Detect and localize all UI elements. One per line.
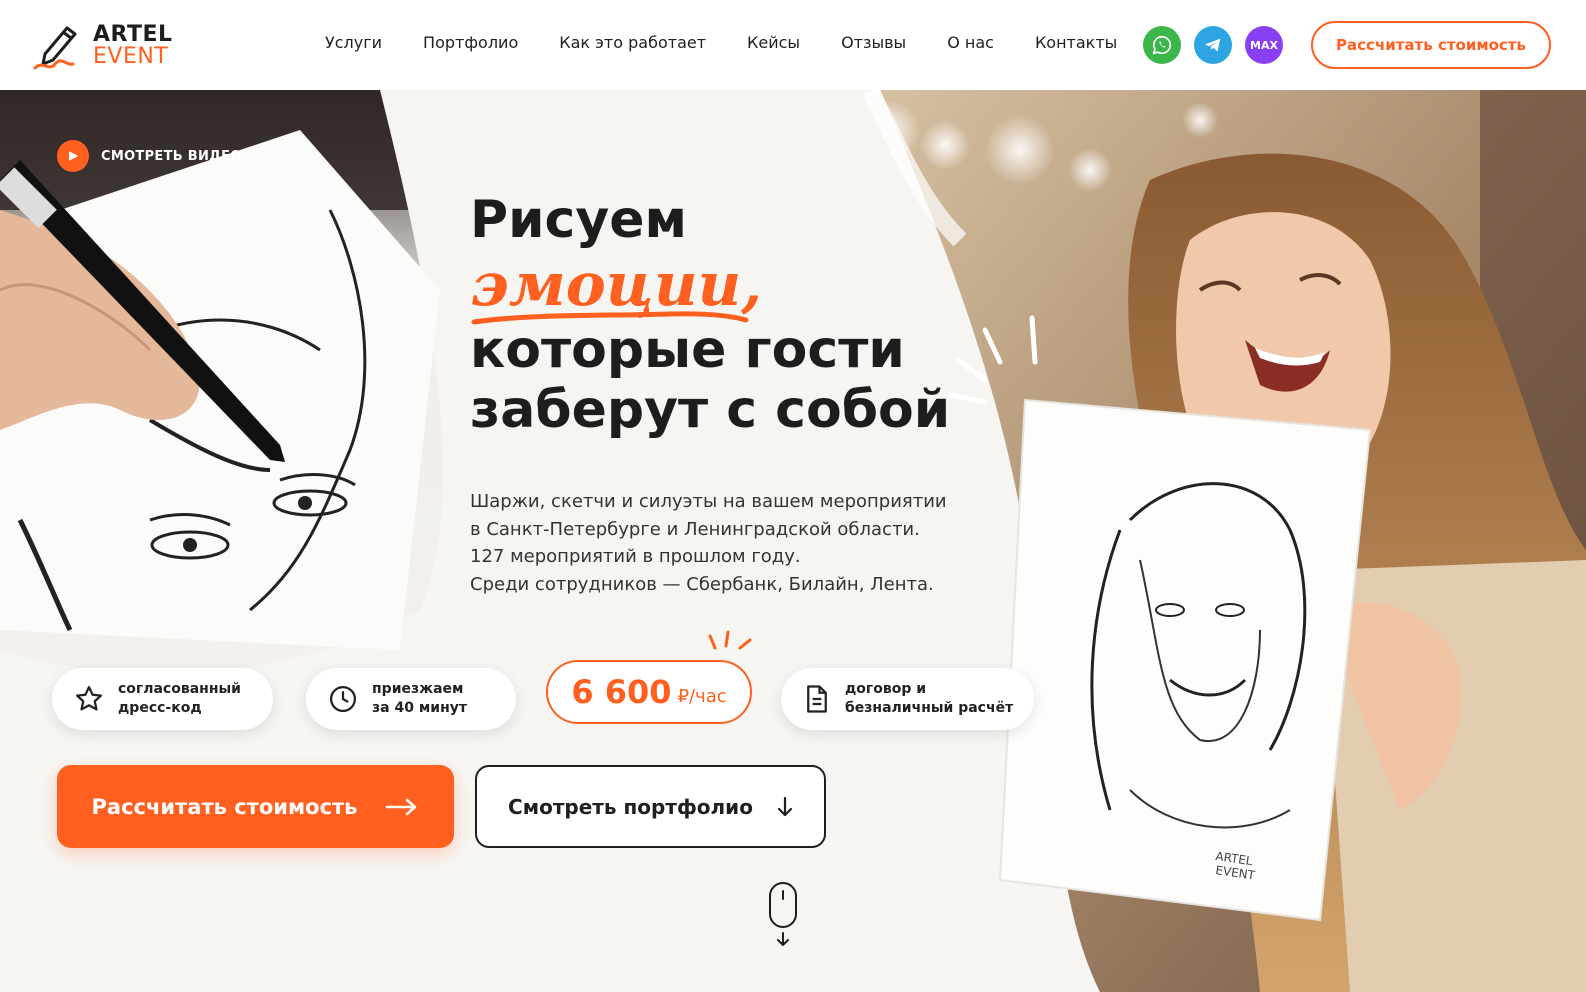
pen-logo-icon: [33, 26, 77, 70]
headline-line3: заберут с собой: [470, 380, 951, 440]
logo-line1: ARTEL: [93, 22, 173, 47]
feature-contract: договор и безналичный расчёт: [781, 668, 1034, 730]
feature-arrival: приезжаем за 40 минут: [306, 668, 516, 730]
headline-line1: Рисуем: [470, 190, 688, 250]
headline-accent: эмоции,: [470, 250, 762, 325]
feature-dress-code-line1: согласованный: [118, 681, 241, 697]
nav-reviews[interactable]: Отзывы: [841, 33, 906, 52]
accent-underline: [471, 311, 749, 325]
feature-arrival-line1: приезжаем: [372, 681, 464, 697]
telegram-icon[interactable]: [1194, 26, 1232, 64]
star-icon: [76, 686, 102, 711]
header-calculate-button[interactable]: Рассчитать стоимость: [1311, 21, 1551, 69]
clock-icon: [330, 686, 356, 712]
watch-video-label: СМОТРЕТЬ ВИДЕО: [101, 148, 242, 164]
hero-headline: Рисуем эмоции, которые гости заберут с с…: [470, 190, 950, 440]
price-unit: ₽/час: [677, 685, 727, 707]
subtitle-line: в Санкт-Петербурге и Ленинградской облас…: [470, 518, 920, 540]
social-links: MAX: [1143, 26, 1283, 64]
subtitle-line: Шаржи, скетчи и силуэты на вашем меропри…: [470, 491, 947, 512]
scroll-down-mouse-icon[interactable]: [767, 881, 799, 951]
nav-portfolio[interactable]: Портфолио: [423, 33, 518, 52]
hero-subtitle: Шаржи, скетчи и силуэты на вашем меропри…: [470, 488, 947, 598]
feature-arrival-line2: за 40 минут: [372, 700, 467, 716]
nav-how-it-works[interactable]: Как это работает: [559, 33, 706, 52]
logo-line2: EVENT: [93, 44, 169, 69]
logo[interactable]: ARTEL EVENT: [33, 20, 173, 72]
watch-video-link[interactable]: СМОТРЕТЬ ВИДЕО: [57, 140, 242, 172]
main-nav: Услуги Портфолио Как это работает Кейсы …: [325, 33, 1158, 52]
whatsapp-icon[interactable]: [1143, 26, 1181, 64]
hero-section: ARTEL EVENT СМОТРЕТЬ ВИДЕО Рисуем эмоции…: [0, 90, 1586, 992]
play-icon: [57, 140, 89, 172]
nav-services[interactable]: Услуги: [325, 33, 382, 52]
nav-contacts[interactable]: Контакты: [1035, 33, 1117, 52]
calculate-cost-button[interactable]: Рассчитать стоимость: [57, 765, 454, 848]
view-portfolio-button[interactable]: Смотреть портфолио: [475, 765, 826, 848]
arrow-right-icon: [386, 798, 417, 815]
nav-cases[interactable]: Кейсы: [747, 33, 800, 52]
subtitle-line: Среди сотрудников — Сбербанк, Билайн, Ле…: [470, 573, 934, 595]
subtitle-line: 127 мероприятий в прошлом году.: [470, 546, 801, 567]
calculate-cost-label: Рассчитать стоимость: [91, 794, 358, 819]
nav-about[interactable]: О нас: [947, 33, 994, 52]
price-amount: 6 600: [571, 673, 672, 711]
feature-dress-code: согласованный дресс-код: [52, 668, 273, 730]
view-portfolio-label: Смотреть портфолио: [508, 794, 753, 819]
max-messenger-icon[interactable]: MAX: [1245, 26, 1283, 64]
document-icon: [807, 685, 827, 713]
price-sparks: [708, 630, 752, 650]
price-badge: 6 600 ₽/час: [546, 660, 752, 724]
feature-contract-line1: договор и: [845, 681, 927, 697]
feature-contract-line2: безналичный расчёт: [845, 700, 1014, 716]
site-header: ARTEL EVENT Услуги Портфолио Как это раб…: [0, 0, 1586, 90]
arrow-down-icon: [777, 796, 793, 816]
feature-dress-code-line2: дресс-код: [118, 700, 202, 716]
